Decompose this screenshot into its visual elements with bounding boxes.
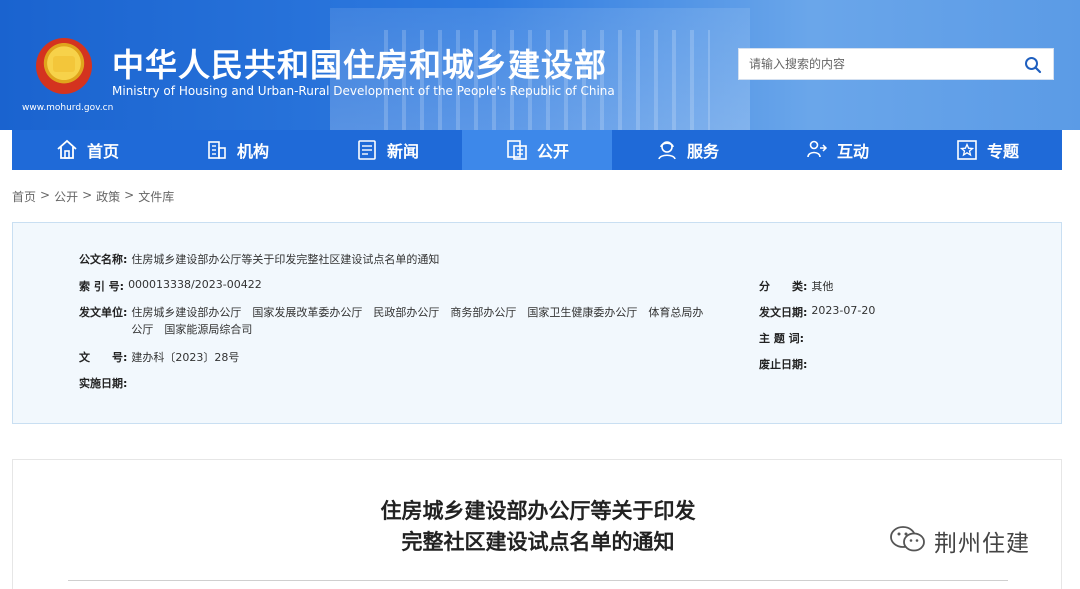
meta-keywords-row: 主 题 词: xyxy=(759,330,804,346)
meta-docno-row: 文 号: 建办科〔2023〕28号 xyxy=(79,349,239,365)
breadcrumb-open[interactable]: 公开 xyxy=(54,188,78,205)
meta-index-value: 000013338/2023-00422 xyxy=(128,278,262,291)
news-icon xyxy=(355,138,379,162)
meta-category-label: 分 类: xyxy=(759,280,808,293)
breadcrumb-policy[interactable]: 政策 xyxy=(96,188,120,205)
meta-issuedate-value: 2023-07-20 xyxy=(811,304,876,317)
breadcrumb-separator: > xyxy=(124,188,135,202)
article-divider xyxy=(68,580,1008,581)
site-title: 中华人民共和国住房和城乡建设部 xyxy=(112,46,608,84)
national-emblem-icon xyxy=(36,38,92,94)
nav-label: 首页 xyxy=(86,142,119,161)
nav-item-home[interactable]: 首页 xyxy=(12,130,162,170)
wechat-icon xyxy=(888,524,928,558)
meta-keywords-label: 主 题 词: xyxy=(759,332,805,345)
breadcrumb: 首页 > 公开 > 政策 > 文件库 xyxy=(12,188,174,205)
interaction-icon xyxy=(805,138,829,162)
nav-item-org[interactable]: 机构 xyxy=(162,130,312,170)
meta-title-row: 公文名称: 住房城乡建设部办公厅等关于印发完整社区建设试点名单的通知 xyxy=(79,251,439,267)
meta-abolish-row: 废止日期: xyxy=(759,356,807,372)
breadcrumb-home[interactable]: 首页 xyxy=(12,188,36,205)
main-nav: 首页 机构 新闻 公开 服务 互动 专题 xyxy=(12,130,1062,170)
meta-issuer-label: 发文单位: xyxy=(79,306,128,319)
service-icon xyxy=(655,138,679,162)
meta-index-label: 索 引 号: xyxy=(79,280,125,293)
article-title-line1: 住房城乡建设部办公厅等关于印发 xyxy=(380,499,696,523)
nav-item-news[interactable]: 新闻 xyxy=(312,130,462,170)
nav-item-topics[interactable]: 专题 xyxy=(912,130,1062,170)
nav-label: 服务 xyxy=(686,142,719,161)
meta-category-value: 其他 xyxy=(811,280,834,293)
nav-item-open[interactable]: 公开 xyxy=(462,130,612,170)
wechat-watermark: 荆州住建 xyxy=(888,524,1030,558)
document-metadata: 公文名称: 住房城乡建设部办公厅等关于印发完整社区建设试点名单的通知 索 引 号… xyxy=(12,222,1062,424)
site-subtitle: Ministry of Housing and Urban-Rural Deve… xyxy=(112,84,615,98)
meta-issuer-line1: 住房城乡建设部办公厅 国家发展改革委办公厅 民政部办公厅 商务部办公厅 国家卫生… xyxy=(131,306,704,319)
watermark-text: 荆州住建 xyxy=(934,531,1030,557)
meta-impl-label: 实施日期: xyxy=(79,377,128,390)
meta-docno-value: 建办科〔2023〕28号 xyxy=(131,351,240,364)
breadcrumb-separator: > xyxy=(82,188,93,202)
star-icon xyxy=(955,138,979,162)
nav-label: 公开 xyxy=(536,142,569,161)
meta-title-label: 公文名称: xyxy=(79,253,128,266)
building-icon xyxy=(205,138,229,162)
site-header: www.mohurd.gov.cn 中华人民共和国住房和城乡建设部 Minist… xyxy=(0,0,1080,130)
meta-docno-label: 文 号: xyxy=(79,351,128,364)
document-icon xyxy=(505,138,529,162)
meta-issuer-row: 发文单位: 住房城乡建设部办公厅 国家发展改革委办公厅 民政部办公厅 商务部办公… xyxy=(79,304,731,338)
meta-issuedate-label: 发文日期: xyxy=(759,306,808,319)
meta-issuedate-row: 发文日期: 2023-07-20 xyxy=(759,304,875,320)
nav-item-interaction[interactable]: 互动 xyxy=(762,130,912,170)
search-box xyxy=(738,48,1054,80)
meta-issuer-value: 住房城乡建设部办公厅 国家发展改革委办公厅 民政部办公厅 商务部办公厅 国家卫生… xyxy=(131,304,731,338)
nav-label: 机构 xyxy=(236,142,269,161)
meta-title-value: 住房城乡建设部办公厅等关于印发完整社区建设试点名单的通知 xyxy=(131,253,440,266)
nav-label: 互动 xyxy=(836,142,869,161)
nav-item-service[interactable]: 服务 xyxy=(612,130,762,170)
meta-abolish-label: 废止日期: xyxy=(759,358,808,371)
nav-label: 新闻 xyxy=(386,142,419,161)
search-input[interactable] xyxy=(749,49,1009,79)
meta-index-row: 索 引 号: 000013338/2023-00422 xyxy=(79,278,262,294)
site-url: www.mohurd.gov.cn xyxy=(22,103,114,113)
meta-issuer-line2: 公厅 国家能源局综合司 xyxy=(131,323,253,336)
breadcrumb-separator: > xyxy=(40,188,51,202)
meta-impl-row: 实施日期: xyxy=(79,375,127,391)
nav-label: 专题 xyxy=(986,142,1019,161)
breadcrumb-library[interactable]: 文件库 xyxy=(138,188,174,205)
search-icon[interactable] xyxy=(1023,55,1043,75)
home-icon xyxy=(55,138,79,162)
meta-category-row: 分 类: 其他 xyxy=(759,278,833,294)
